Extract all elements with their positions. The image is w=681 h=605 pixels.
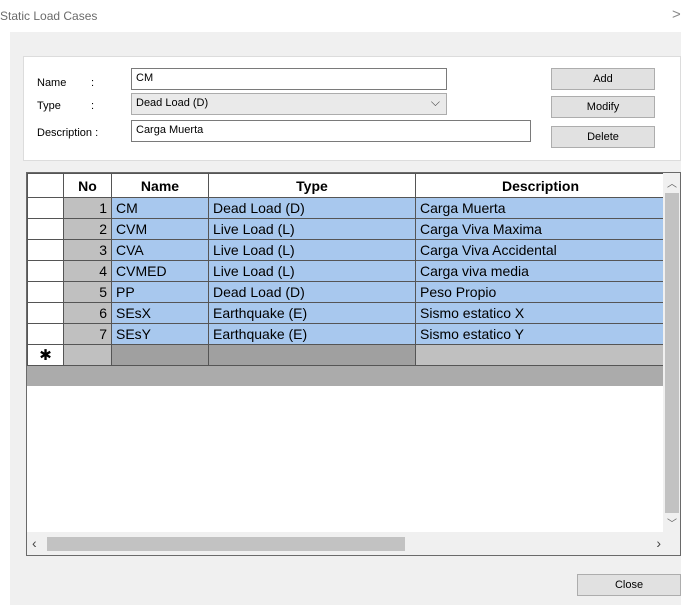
table-row[interactable]: 1 CM Dead Load (D) Carga Muerta xyxy=(27,197,666,219)
name-field[interactable]: CM xyxy=(131,68,447,90)
new-row-type[interactable] xyxy=(208,344,416,366)
cell-name[interactable]: SEsX xyxy=(111,302,209,324)
table-row[interactable]: 6 SEsX Earthquake (E) Sismo estatico X xyxy=(27,302,666,324)
cell-type[interactable]: Earthquake (E) xyxy=(208,323,416,345)
add-button[interactable]: Add xyxy=(551,68,655,90)
table-row[interactable]: 5 PP Dead Load (D) Peso Propio xyxy=(27,281,666,303)
description-label: Description : xyxy=(37,127,99,139)
cell-type[interactable]: Dead Load (D) xyxy=(208,281,416,303)
vertical-scroll-thumb[interactable] xyxy=(665,193,679,513)
scroll-up-icon[interactable]: ︿ xyxy=(667,175,677,190)
chevron-down-icon[interactable]: ⌵ xyxy=(431,95,440,110)
cell-type[interactable]: Live Load (L) xyxy=(208,260,416,282)
cell-description[interactable]: Sismo estatico X xyxy=(415,302,666,324)
cell-name[interactable]: PP xyxy=(111,281,209,303)
new-row-name[interactable] xyxy=(111,344,209,366)
cell-description[interactable]: Carga Muerta xyxy=(415,197,666,219)
cell-description[interactable]: Carga viva media xyxy=(415,260,666,282)
type-label: Type xyxy=(37,100,61,112)
cell-no: 4 xyxy=(63,260,112,282)
table-header-row: No Name Type Description xyxy=(27,173,666,198)
cell-description[interactable]: Carga Viva Maxima xyxy=(415,218,666,240)
grid-empty-area xyxy=(27,386,663,532)
table-row[interactable]: 7 SEsY Earthquake (E) Sismo estatico Y xyxy=(27,323,666,345)
horizontal-scrollbar[interactable]: ‹ › xyxy=(27,532,680,555)
vertical-scrollbar[interactable]: ︿ ﹀ xyxy=(663,173,680,532)
col-header-name[interactable]: Name xyxy=(111,173,209,198)
close-button[interactable]: Close xyxy=(577,574,681,596)
load-case-form: Name : CM Type : Dead Load (D) ⌵ Descrip… xyxy=(23,56,681,161)
table-row[interactable]: 3 CVA Live Load (L) Carga Viva Accidenta… xyxy=(27,239,666,261)
row-selector[interactable] xyxy=(27,302,64,324)
row-selector[interactable] xyxy=(27,323,64,345)
title-bar: Static Load Cases > xyxy=(0,0,681,32)
new-row-marker: ✱ xyxy=(27,344,64,366)
col-header-type[interactable]: Type xyxy=(208,173,416,198)
cell-description[interactable]: Peso Propio xyxy=(415,281,666,303)
cell-name[interactable]: SEsY xyxy=(111,323,209,345)
cell-no: 3 xyxy=(63,239,112,261)
type-select[interactable]: Dead Load (D) ⌵ xyxy=(131,93,447,115)
cell-type[interactable]: Live Load (L) xyxy=(208,218,416,240)
table-row[interactable]: 2 CVM Live Load (L) Carga Viva Maxima xyxy=(27,218,666,240)
cell-no: 6 xyxy=(63,302,112,324)
row-selector[interactable] xyxy=(27,260,64,282)
row-selector[interactable] xyxy=(27,239,64,261)
type-colon: : xyxy=(91,100,95,112)
col-header-select xyxy=(27,173,64,198)
cell-type[interactable]: Dead Load (D) xyxy=(208,197,416,219)
cell-description[interactable]: Sismo estatico Y xyxy=(415,323,666,345)
row-selector[interactable] xyxy=(27,197,64,219)
cell-name[interactable]: CVM xyxy=(111,218,209,240)
type-select-value: Dead Load (D) xyxy=(136,97,209,109)
cell-no: 5 xyxy=(63,281,112,303)
name-colon: : xyxy=(91,77,95,89)
name-label: Name xyxy=(37,77,67,89)
cell-name[interactable]: CM xyxy=(111,197,209,219)
new-row-description[interactable] xyxy=(415,344,666,366)
window-title: Static Load Cases xyxy=(0,9,98,23)
cell-description[interactable]: Carga Viva Accidental xyxy=(415,239,666,261)
new-row[interactable]: ✱ xyxy=(27,344,666,366)
row-selector[interactable] xyxy=(27,218,64,240)
col-header-description[interactable]: Description xyxy=(415,173,666,198)
cell-name[interactable]: CVMED xyxy=(111,260,209,282)
new-row-no xyxy=(63,344,112,366)
cell-no: 2 xyxy=(63,218,112,240)
scroll-down-icon[interactable]: ﹀ xyxy=(667,515,677,530)
load-cases-table: No Name Type Description 1 CM Dead Load … xyxy=(27,173,666,366)
scroll-left-icon[interactable]: ‹ xyxy=(32,535,37,551)
cell-name[interactable]: CVA xyxy=(111,239,209,261)
cell-type[interactable]: Live Load (L) xyxy=(208,239,416,261)
description-field[interactable]: Carga Muerta xyxy=(131,120,531,142)
cell-no: 1 xyxy=(63,197,112,219)
row-selector[interactable] xyxy=(27,281,64,303)
modify-button[interactable]: Modify xyxy=(551,96,655,118)
load-cases-grid: No Name Type Description 1 CM Dead Load … xyxy=(26,172,681,556)
horizontal-scroll-thumb[interactable] xyxy=(47,537,405,551)
close-icon[interactable]: > xyxy=(672,6,681,23)
table-row[interactable]: 4 CVMED Live Load (L) Carga viva media xyxy=(27,260,666,282)
scroll-right-icon[interactable]: › xyxy=(656,535,661,551)
cell-type[interactable]: Earthquake (E) xyxy=(208,302,416,324)
cell-no: 7 xyxy=(63,323,112,345)
delete-button[interactable]: Delete xyxy=(551,126,655,148)
col-header-no[interactable]: No xyxy=(63,173,112,198)
